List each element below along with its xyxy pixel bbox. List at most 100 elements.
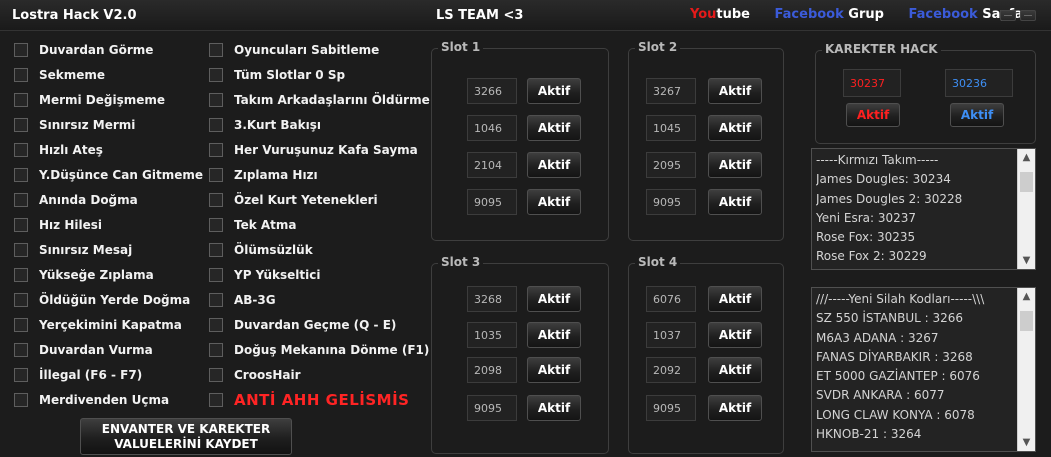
- slot-4-aktif-button-2[interactable]: Aktif: [708, 322, 762, 348]
- option-duvardan-gorme[interactable]: Duvardan Görme: [14, 41, 153, 59]
- option-oldugun-yerde-dogma[interactable]: Öldüğün Yerde Doğma: [14, 291, 190, 309]
- option-takim-arkadaslari[interactable]: Takım Arkadaşlarını Öldürme: [209, 91, 430, 109]
- slot-2-value-3[interactable]: 2095: [646, 152, 696, 178]
- minimize-button[interactable]: [1000, 10, 1016, 21]
- facebook-group-link[interactable]: Facebook Grup: [775, 7, 884, 22]
- team-listbox[interactable]: -----Kırmızı Takım----- James Dougles: 3…: [811, 148, 1036, 270]
- checkbox[interactable]: [209, 218, 223, 232]
- slot-4-aktif-button-3[interactable]: Aktif: [708, 357, 762, 383]
- option-ziplama-hizi[interactable]: Zıplama Hızı: [209, 166, 318, 184]
- option-ozel-kurt[interactable]: Özel Kurt Yetenekleri: [209, 191, 378, 209]
- red-team-id-input[interactable]: 30237: [843, 69, 901, 97]
- checkbox[interactable]: [209, 43, 223, 57]
- checkbox[interactable]: [14, 368, 28, 382]
- slot-3-value-3[interactable]: 2098: [467, 357, 517, 383]
- option-yercekimini-kapatma[interactable]: Yerçekimini Kapatma: [14, 316, 182, 334]
- slot-1-aktif-button-4[interactable]: Aktif: [527, 189, 581, 215]
- option-sekmeme[interactable]: Sekmeme: [14, 66, 105, 84]
- option-anti-ahh[interactable]: ANTİ AHH GELİSMİS: [209, 391, 409, 409]
- list-item[interactable]: SVDR ANKARA : 6077: [816, 386, 1015, 405]
- option-sinirsiz-mermi[interactable]: Sınırsız Mermi: [14, 116, 135, 134]
- slot-1-value-3[interactable]: 2104: [467, 152, 517, 178]
- list-item[interactable]: -----Kırmızı Takım-----: [816, 151, 1015, 170]
- option-yuksege-ziplama[interactable]: Yükseğe Zıplama: [14, 266, 154, 284]
- list-item[interactable]: Yeni Esra: 30237: [816, 209, 1015, 228]
- checkbox[interactable]: [209, 343, 223, 357]
- slot-2-value-1[interactable]: 3267: [646, 78, 696, 104]
- option-kurt-bakisi[interactable]: 3.Kurt Bakışı: [209, 116, 321, 134]
- slot-4-value-4[interactable]: 9095: [646, 395, 696, 421]
- save-values-button[interactable]: ENVANTER VE KAREKTER VALUELERİNİ KAYDET: [80, 418, 292, 455]
- list-item[interactable]: M6A3 ADANA : 3267: [816, 329, 1015, 348]
- checkbox[interactable]: [209, 393, 223, 407]
- slot-1-aktif-button-3[interactable]: Aktif: [527, 152, 581, 178]
- checkbox[interactable]: [209, 318, 223, 332]
- weapon-list-scrollbar[interactable]: ▲ ▼: [1017, 288, 1035, 451]
- option-yp-yukseltici[interactable]: YP Yükseltici: [209, 266, 320, 284]
- blue-aktif-button[interactable]: Aktif: [950, 103, 1004, 127]
- red-aktif-button[interactable]: Aktif: [846, 103, 900, 127]
- team-list-scrollbar[interactable]: ▲ ▼: [1017, 149, 1035, 269]
- slot-2-aktif-button-1[interactable]: Aktif: [708, 78, 762, 104]
- slot-4-value-3[interactable]: 2092: [646, 357, 696, 383]
- slot-2-aktif-button-3[interactable]: Aktif: [708, 152, 762, 178]
- slot-3-aktif-button-2[interactable]: Aktif: [527, 322, 581, 348]
- option-duvardan-vurma[interactable]: Duvardan Vurma: [14, 341, 153, 359]
- slot-1-value-1[interactable]: 3266: [467, 78, 517, 104]
- option-tum-slotlar[interactable]: Tüm Slotlar 0 Sp: [209, 66, 345, 84]
- checkbox[interactable]: [14, 43, 28, 57]
- checkbox[interactable]: [14, 168, 28, 182]
- option-y-dusunce[interactable]: Y.Düşünce Can Gitmeme: [14, 166, 203, 184]
- checkbox[interactable]: [14, 243, 28, 257]
- option-aninda-dogma[interactable]: Anında Doğma: [14, 191, 138, 209]
- option-sinirsiz-mesaj[interactable]: Sınırsız Mesaj: [14, 241, 132, 259]
- checkbox[interactable]: [209, 268, 223, 282]
- option-mermi-degismeme[interactable]: Mermi Değişmeme: [14, 91, 165, 109]
- option-oyunculari-sabitleme[interactable]: Oyuncuları Sabitleme: [209, 41, 379, 59]
- checkbox[interactable]: [14, 268, 28, 282]
- checkbox[interactable]: [14, 393, 28, 407]
- checkbox[interactable]: [14, 193, 28, 207]
- slot-2-aktif-button-4[interactable]: Aktif: [708, 189, 762, 215]
- list-item[interactable]: HKNOB-21 : 3264: [816, 425, 1015, 444]
- slot-3-aktif-button-4[interactable]: Aktif: [527, 395, 581, 421]
- option-merdivenden-ucma[interactable]: Merdivenden Uçma: [14, 391, 169, 409]
- checkbox[interactable]: [14, 318, 28, 332]
- checkbox[interactable]: [14, 118, 28, 132]
- scrollbar-thumb[interactable]: [1020, 311, 1033, 331]
- scrollbar-thumb[interactable]: [1020, 172, 1033, 192]
- list-item[interactable]: Rose Fox 2: 30229: [816, 247, 1015, 266]
- option-duvardan-gecme[interactable]: Duvardan Geçme (Q - E): [209, 316, 396, 334]
- slot-2-value-4[interactable]: 9095: [646, 189, 696, 215]
- option-ab-3g[interactable]: AB-3G: [209, 291, 276, 309]
- slot-1-value-2[interactable]: 1046: [467, 115, 517, 141]
- checkbox[interactable]: [209, 168, 223, 182]
- checkbox[interactable]: [14, 68, 28, 82]
- list-item[interactable]: SZ 550 İSTANBUL : 3266: [816, 309, 1015, 328]
- checkbox[interactable]: [14, 293, 28, 307]
- checkbox[interactable]: [209, 118, 223, 132]
- option-tek-atma[interactable]: Tek Atma: [209, 216, 297, 234]
- slot-4-value-1[interactable]: 6076: [646, 286, 696, 312]
- list-item[interactable]: James Dougles: 30234: [816, 170, 1015, 189]
- option-illegal[interactable]: İllegal (F6 - F7): [14, 366, 142, 384]
- slot-4-aktif-button-4[interactable]: Aktif: [708, 395, 762, 421]
- list-item[interactable]: Rose Fox: 30235: [816, 228, 1015, 247]
- slot-2-aktif-button-2[interactable]: Aktif: [708, 115, 762, 141]
- checkbox[interactable]: [14, 218, 28, 232]
- chevron-down-icon[interactable]: ▼: [1018, 434, 1035, 451]
- slot-3-value-2[interactable]: 1035: [467, 322, 517, 348]
- option-hiz-hilesi[interactable]: Hız Hilesi: [14, 216, 102, 234]
- slot-1-aktif-button-2[interactable]: Aktif: [527, 115, 581, 141]
- option-kafa-sayma[interactable]: Her Vuruşunuz Kafa Sayma: [209, 141, 418, 159]
- checkbox[interactable]: [209, 143, 223, 157]
- blue-team-id-input[interactable]: 30236: [945, 69, 1013, 97]
- option-crooshair[interactable]: CroosHair: [209, 366, 301, 384]
- checkbox[interactable]: [14, 93, 28, 107]
- weapon-listbox[interactable]: ///-----Yeni Silah Kodları-----\\\ SZ 55…: [811, 287, 1036, 452]
- checkbox[interactable]: [14, 343, 28, 357]
- option-olumsuzluk[interactable]: Ölümsüzlük: [209, 241, 313, 259]
- list-item[interactable]: ET 5000 GAZİANTEP : 6076: [816, 367, 1015, 386]
- checkbox[interactable]: [209, 368, 223, 382]
- slot-3-aktif-button-1[interactable]: Aktif: [527, 286, 581, 312]
